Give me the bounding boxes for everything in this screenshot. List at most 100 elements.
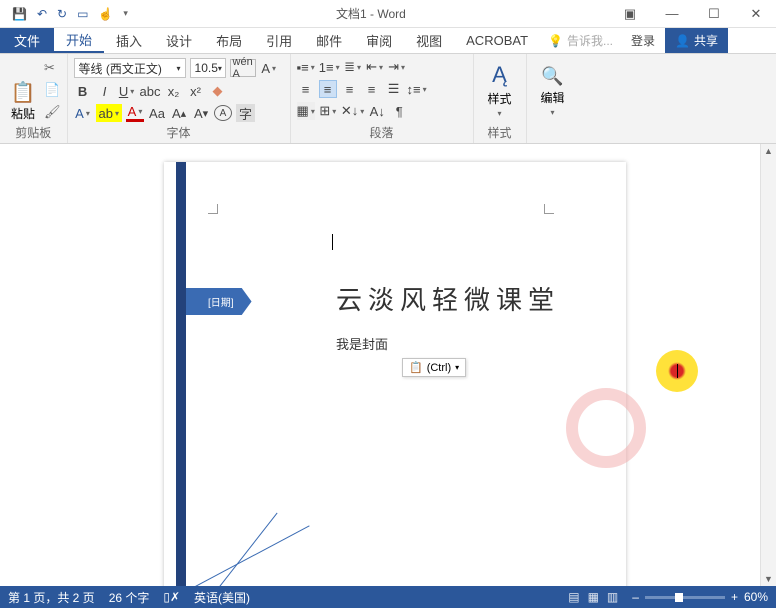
shrink-font-button[interactable]: A▾ — [192, 104, 210, 122]
align-center-button[interactable]: ≡ — [319, 80, 337, 98]
status-page[interactable]: 第 1 页，共 2 页 — [8, 589, 95, 606]
scroll-up-icon[interactable]: ▲ — [764, 144, 773, 158]
editing-label: 编辑 — [541, 89, 565, 106]
zoom-in-button[interactable]: + — [731, 590, 738, 604]
tab-mailings[interactable]: 邮件 — [304, 28, 354, 53]
sort-button[interactable]: A↓ — [368, 102, 386, 120]
cover-subtitle[interactable]: 我是封面 — [336, 334, 388, 353]
touch-mode-icon[interactable]: ☝ — [98, 7, 113, 21]
tab-view[interactable]: 视图 — [404, 28, 454, 53]
close-icon[interactable]: ✕ — [740, 6, 772, 22]
zoom-level[interactable]: 60% — [744, 590, 768, 604]
status-proofing-icon[interactable]: ▯✗ — [163, 590, 180, 604]
phonetic-guide-icon[interactable]: wénA — [230, 59, 256, 77]
cover-title[interactable]: 云淡风轻微课堂 — [336, 280, 560, 317]
clear-format-icon[interactable]: ◆ — [208, 82, 226, 100]
ribbon-options-icon[interactable]: ▣ — [614, 6, 646, 22]
status-language[interactable]: 英语(美国) — [194, 589, 250, 606]
tell-me-search[interactable]: 💡 告诉我... — [540, 28, 621, 53]
web-layout-icon[interactable]: ▥ — [607, 590, 618, 604]
group-styles: Ą 样式 ▾ 样式 — [474, 54, 527, 143]
share-icon: 👤 — [675, 34, 690, 48]
qat-item-icon[interactable]: ▭ — [77, 7, 88, 21]
redo-icon[interactable]: ↻ — [57, 7, 67, 21]
cut-icon[interactable]: ✂ — [44, 60, 61, 76]
tab-layout[interactable]: 布局 — [204, 28, 254, 53]
change-case-button[interactable]: Aa — [148, 104, 166, 122]
paste-button[interactable]: 📋 粘贴 — [6, 58, 40, 122]
tab-home[interactable]: 开始 — [54, 28, 104, 53]
find-icon: 🔍 — [541, 66, 563, 87]
tab-design[interactable]: 设计 — [154, 28, 204, 53]
char-border-icon[interactable]: A — [260, 59, 278, 77]
show-marks-button[interactable]: ¶ — [390, 102, 408, 120]
text-effects-button[interactable]: A — [74, 104, 92, 122]
group-clipboard: 📋 粘贴 ✂ 📄 🖌 剪贴板 — [0, 54, 68, 143]
save-icon[interactable]: 💾 — [12, 7, 27, 21]
underline-button[interactable]: U — [118, 82, 136, 100]
scroll-down-icon[interactable]: ▼ — [764, 572, 773, 586]
group-label-editing — [533, 125, 573, 141]
read-mode-icon[interactable]: ▤ — [568, 590, 579, 604]
editing-button[interactable]: 🔍 编辑 ▾ — [533, 58, 573, 125]
status-word-count[interactable]: 26 个字 — [109, 589, 150, 606]
borders-button[interactable]: ⊞ — [319, 102, 337, 120]
cover-date-tag[interactable]: [日期] — [186, 288, 252, 315]
maximize-icon[interactable]: ☐ — [698, 6, 730, 22]
numbering-button[interactable]: 1≡ — [319, 58, 340, 76]
vertical-scrollbar[interactable]: ▲ ▼ — [760, 144, 776, 586]
paste-label: 粘贴 — [11, 105, 35, 122]
view-switcher: ▤ ▦ ▥ — [568, 590, 618, 604]
page[interactable]: [日期] 云淡风轻微课堂 我是封面 📋 (Ctrl) ▾ — [164, 162, 626, 586]
text-direction-button[interactable]: ✕↓ — [341, 102, 364, 120]
line-spacing-button[interactable]: ↕≡ — [407, 80, 427, 98]
tell-me-placeholder: 告诉我... — [567, 32, 613, 49]
align-distribute-button[interactable]: ☰ — [385, 80, 403, 98]
shading-button[interactable]: ▦ — [297, 102, 315, 120]
styles-icon: Ą — [492, 62, 507, 88]
italic-button[interactable]: I — [96, 82, 114, 100]
zoom-slider[interactable] — [645, 596, 725, 599]
status-bar: 第 1 页，共 2 页 26 个字 ▯✗ 英语(美国) ▤ ▦ ▥ – + 60… — [0, 586, 776, 608]
align-left-button[interactable]: ≡ — [297, 80, 315, 98]
tab-review[interactable]: 审阅 — [354, 28, 404, 53]
superscript-button[interactable]: x² — [186, 82, 204, 100]
highlight-button[interactable]: ab — [96, 104, 122, 122]
increase-indent-button[interactable]: ⇥ — [388, 58, 406, 76]
format-painter-icon[interactable]: 🖌 — [44, 104, 61, 120]
tab-file[interactable]: 文件 — [0, 28, 54, 53]
align-justify-button[interactable]: ≡ — [363, 80, 381, 98]
chevron-down-icon: ▾ — [455, 363, 459, 372]
zoom-thumb[interactable] — [675, 593, 683, 602]
undo-icon[interactable]: ↶ — [37, 7, 47, 21]
font-size-value: 10.5 — [195, 61, 218, 75]
paste-options-button[interactable]: 📋 (Ctrl) ▾ — [402, 358, 466, 377]
char-shading-button[interactable]: 字 — [236, 104, 255, 122]
tab-references[interactable]: 引用 — [254, 28, 304, 53]
print-layout-icon[interactable]: ▦ — [588, 590, 599, 604]
decrease-indent-button[interactable]: ⇤ — [366, 58, 384, 76]
tab-insert[interactable]: 插入 — [104, 28, 154, 53]
grow-font-button[interactable]: A▴ — [170, 104, 188, 122]
font-size-combo[interactable]: 10.5▾ — [190, 58, 226, 78]
share-button[interactable]: 👤 共享 — [665, 28, 728, 53]
bold-button[interactable]: B — [74, 82, 92, 100]
align-right-button[interactable]: ≡ — [341, 80, 359, 98]
strikethrough-button[interactable]: abc — [140, 82, 161, 100]
copy-icon[interactable]: 📄 — [44, 82, 61, 98]
document-canvas[interactable]: [日期] 云淡风轻微课堂 我是封面 📋 (Ctrl) ▾ — [20, 144, 760, 586]
subscript-button[interactable]: x₂ — [164, 82, 182, 100]
group-label-paragraph: 段落 — [297, 122, 467, 141]
minimize-icon[interactable]: — — [656, 6, 688, 21]
chevron-down-icon: ▾ — [551, 108, 555, 117]
styles-button[interactable]: Ą 样式 ▾ — [480, 58, 520, 122]
click-ripple-effect — [566, 388, 646, 468]
sign-in-link[interactable]: 登录 — [621, 28, 665, 53]
zoom-out-button[interactable]: – — [632, 590, 639, 604]
font-name-combo[interactable]: 等线 (西文正文)▾ — [74, 58, 186, 78]
multilevel-button[interactable]: ≣ — [344, 58, 362, 76]
font-color-button[interactable]: A — [126, 104, 144, 122]
bullets-button[interactable]: ▪≡ — [297, 58, 315, 76]
enclose-char-button[interactable]: A — [214, 105, 232, 121]
tab-acrobat[interactable]: ACROBAT — [454, 28, 540, 53]
